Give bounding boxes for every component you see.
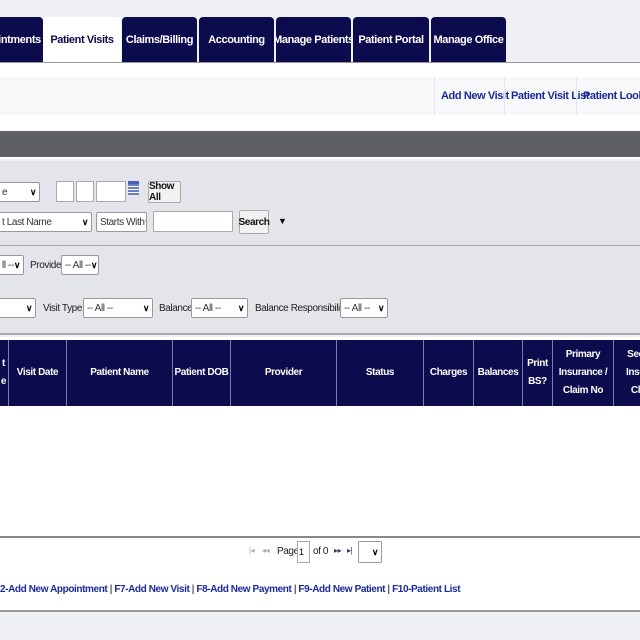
chevron-down-icon: ∨ [81,216,89,227]
column-patient-name[interactable]: Patient Name [67,340,173,406]
status-select[interactable]: ∨ [0,298,36,318]
tab-label: intments [0,34,41,46]
date-month-input[interactable] [56,181,74,202]
chevron-down-icon: ∨ [145,217,147,228]
select-value: -- All -- [344,302,370,314]
column-print-bs[interactable]: Print BS? [523,340,553,406]
provider-select[interactable]: -- All -- ∨ [61,255,99,275]
page-input[interactable]: 1 [297,541,310,563]
chevron-down-icon: ∨ [13,259,21,270]
prev-page-icon[interactable]: ◂◂ [262,546,270,555]
chevron-down-icon: ∨ [25,302,33,313]
balance-select[interactable]: -- All -- ∨ [191,298,248,318]
date-year-input[interactable] [96,181,126,202]
tab-claims-billing[interactable]: Claims/Billing [122,17,197,63]
column-secondary-insurance[interactable]: Sec Insu Cl [614,340,640,406]
balance-responsibility-label: Balance Responsibility: [255,303,350,314]
select-value: Starts With [100,216,145,228]
column-charges[interactable]: Charges [424,340,474,406]
last-page-icon[interactable]: ▸| [347,546,353,555]
search-button[interactable]: Search [239,210,270,234]
tab-appointments[interactable]: intments [0,17,43,63]
column-status[interactable]: Status [337,340,424,406]
tab-patient-visits[interactable]: Patient Visits [43,17,121,63]
shortcut-add-payment[interactable]: F8-Add New Payment [196,584,291,595]
chevron-down-icon: ∨ [90,259,98,270]
chevron-down-icon: ∨ [29,186,37,197]
date-day-input[interactable] [76,181,94,202]
select-value: -- All -- [65,259,91,271]
tab-patient-portal[interactable]: Patient Portal [353,17,429,63]
column-visit-date[interactable]: Visit Date [9,340,67,406]
shortcut-links: 2-Add New Appointment | F7-Add New Visit… [0,584,461,595]
tab-label: Manage Office [433,34,504,46]
shortcut-patient-list[interactable]: F10-Patient List [392,584,460,595]
tab-accounting[interactable]: Accounting [199,17,274,63]
column-balances[interactable]: Balances [474,340,523,406]
add-new-visit-link[interactable]: Add New Visit [434,77,509,115]
visit-type-select[interactable]: -- All -- ∨ [83,298,153,318]
balance-responsibility-select[interactable]: -- All -- ∨ [340,298,388,318]
shortcut-add-visit[interactable]: F7-Add New Visit [114,584,190,595]
date-type-select[interactable]: e ∨ [0,182,40,202]
column-primary-insurance[interactable]: Primary Insurance / Claim No [553,340,614,406]
tab-label: Patient Portal [358,34,424,46]
tab-manage-office[interactable]: Manage Office [431,17,506,63]
page-count: of 0 [313,546,329,557]
page-size-select[interactable]: ∨ [358,541,382,563]
search-field-select[interactable]: t Last Name ∨ [0,212,92,232]
tab-label: Patient Visits [50,34,114,46]
tab-label: Accounting [208,34,265,46]
chevron-down-icon: ∨ [377,302,385,313]
match-mode-select[interactable]: Starts With∨ [96,212,147,232]
shortcut-add-appointment[interactable]: 2-Add New Appointment [0,584,108,595]
balance-label: Balance: [159,303,195,314]
tab-label: Manage Patients [276,34,351,46]
section-header-bar [0,131,640,159]
show-all-button[interactable]: Show All [148,181,181,203]
first-page-icon[interactable]: |◂ [249,546,255,555]
chevron-down-icon: ∨ [142,302,150,313]
chevron-down-icon: ∨ [371,546,379,557]
filter-divider [0,245,640,246]
patient-look-up-link[interactable]: Patient Look Up [576,77,640,115]
search-input[interactable] [153,211,233,232]
page-label: Page [277,546,299,557]
select-value: -- All -- [195,302,221,314]
select-value: t Last Name [2,216,52,228]
visit-type-label: Visit Type: [43,303,85,314]
select-value: e [2,186,8,198]
column-visit-type[interactable]: t e [0,340,9,406]
tab-label: Claims/Billing [125,34,194,46]
column-patient-dob[interactable]: Patient DOB [173,340,231,406]
first-filter-select[interactable]: ll -- ∨ [0,255,24,275]
calendar-icon[interactable] [128,181,139,195]
shortcut-add-patient[interactable]: F9-Add New Patient [298,584,385,595]
column-provider[interactable]: Provider [231,340,337,406]
select-value: ll -- [2,259,14,271]
expand-arrow-icon[interactable]: ▼ [278,216,287,226]
next-page-icon[interactable]: ▸▸ [334,546,342,555]
chevron-down-icon: ∨ [237,302,245,313]
select-value: -- All -- [87,302,113,314]
tab-manage-patients[interactable]: Manage Patients [276,17,351,63]
